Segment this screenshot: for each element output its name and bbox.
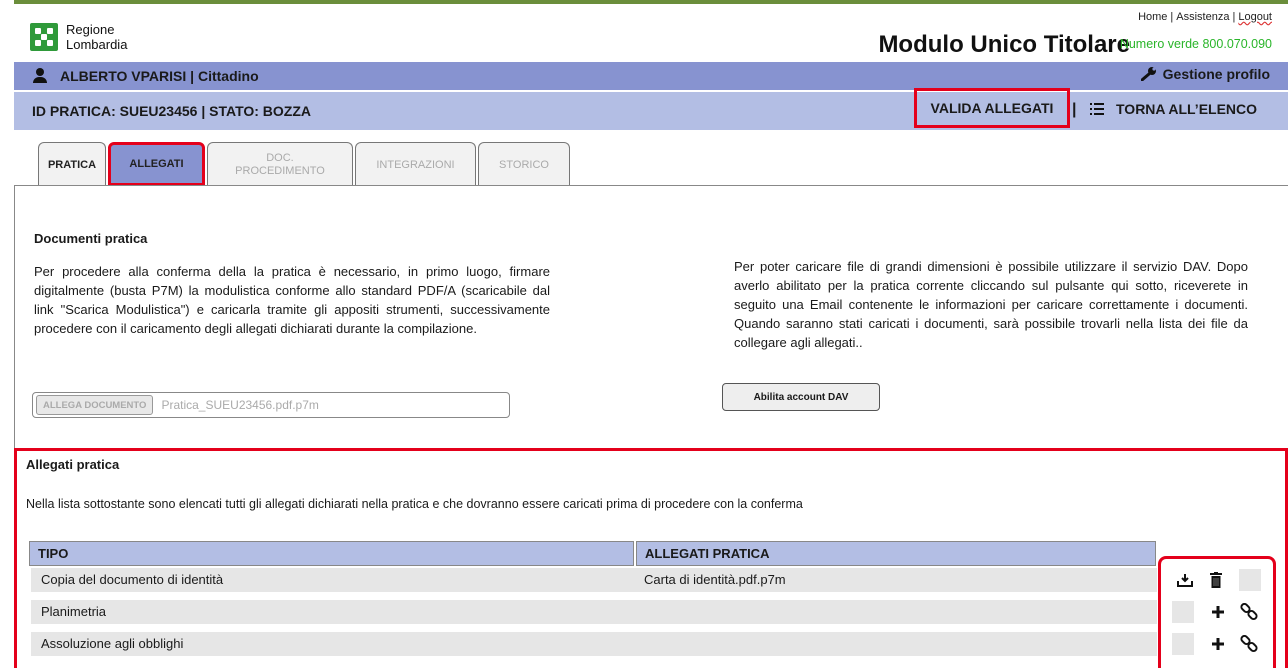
- wrench-icon: [1140, 67, 1156, 81]
- assistenza-link[interactable]: Assistenza: [1176, 11, 1229, 23]
- regione-lombardia-logo-icon: [30, 23, 58, 51]
- tab-allegati[interactable]: ALLEGATI: [108, 142, 205, 186]
- row-tipo: Copia del documento di identità: [41, 572, 224, 587]
- link-icon[interactable]: [1238, 601, 1260, 623]
- dav-text: Per poter caricare file di grandi dimens…: [734, 259, 1248, 350]
- column-header-tipo: TIPO: [29, 541, 634, 566]
- empty-action-slot: [1172, 601, 1194, 623]
- user-bar: ALBERTO VPARISI | Cittadino Gestione pro…: [14, 62, 1288, 90]
- documenti-text: Per procedere alla conferma della la pra…: [34, 264, 550, 336]
- top-border: [14, 0, 1288, 4]
- tab-storico[interactable]: STORICO: [478, 142, 570, 186]
- row-tipo: Planimetria: [41, 604, 107, 619]
- allegati-description: Nella lista sottostante sono elencati tu…: [26, 497, 803, 511]
- allega-documento-button[interactable]: ALLEGA DOCUMENTO: [36, 395, 154, 415]
- pratica-id-stato: ID PRATICA: SUEU23456 | STATO: BOZZA: [32, 103, 312, 119]
- tab-integrazioni[interactable]: INTEGRAZIONI: [355, 142, 476, 186]
- column-header-allegati: ALLEGATI PRATICA: [636, 541, 1156, 566]
- logout-link[interactable]: Logout: [1238, 11, 1272, 23]
- allegati-heading: Allegati pratica: [26, 457, 120, 472]
- list-icon: [1090, 103, 1104, 115]
- table-row: Planimetria: [31, 600, 1157, 624]
- table-row: Assoluzione agli obblighi: [31, 632, 1157, 656]
- top-links: Home | Assistenza | Logout: [1138, 11, 1272, 23]
- numero-verde: Numero verde 800.070.090: [1119, 37, 1272, 51]
- allega-documento-field[interactable]: ALLEGA DOCUMENTO Pratica_SUEU23456.pdf.p…: [32, 392, 510, 418]
- gestione-profilo-link[interactable]: Gestione profilo: [1140, 66, 1270, 82]
- empty-action-slot: [1172, 633, 1194, 655]
- page-title: Modulo Unico Titolare: [878, 31, 1130, 58]
- logo-line2: Lombardia: [66, 37, 128, 52]
- plus-icon[interactable]: [1207, 601, 1229, 623]
- download-icon[interactable]: [1174, 569, 1196, 591]
- logo-text: Regione Lombardia: [66, 22, 127, 52]
- table-row: Copia del documento di identità Carta di…: [31, 568, 1157, 592]
- link-icon[interactable]: [1238, 633, 1260, 655]
- plus-icon[interactable]: [1207, 633, 1229, 655]
- allega-documento-filename: Pratica_SUEU23456.pdf.p7m: [161, 398, 319, 412]
- row-file: Carta di identità.pdf.p7m: [644, 572, 786, 587]
- row-tipo: Assoluzione agli obblighi: [41, 636, 184, 651]
- home-link[interactable]: Home: [1138, 11, 1167, 23]
- abilita-dav-button[interactable]: Abilita account DAV: [722, 383, 880, 411]
- gestione-profilo-label: Gestione profilo: [1162, 66, 1270, 82]
- tab-doc-procedimento[interactable]: DOC. PROCEDIMENTO: [207, 142, 353, 186]
- trash-icon[interactable]: [1205, 569, 1227, 591]
- documenti-heading: Documenti pratica: [34, 231, 148, 246]
- torna-elenco-link[interactable]: TORNA ALL’ELENCO: [1090, 101, 1257, 117]
- separator: |: [1072, 101, 1077, 118]
- torna-elenco-label: TORNA ALL’ELENCO: [1116, 101, 1258, 117]
- valida-allegati-button[interactable]: VALIDA ALLEGATI: [914, 88, 1070, 128]
- user-name: ALBERTO VPARISI | Cittadino: [60, 68, 259, 84]
- regione-logo[interactable]: Regione Lombardia: [30, 22, 127, 52]
- logo-line1: Regione: [66, 22, 115, 37]
- empty-action-slot: [1239, 569, 1261, 591]
- tab-pratica[interactable]: PRATICA: [38, 142, 106, 186]
- user-icon: [32, 68, 48, 84]
